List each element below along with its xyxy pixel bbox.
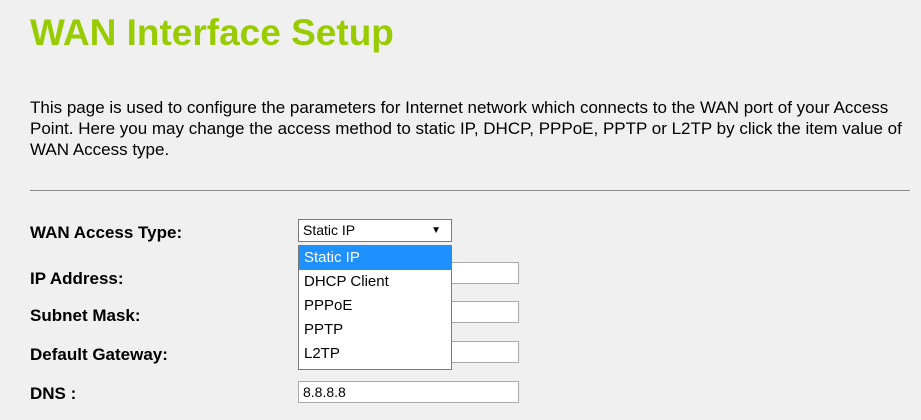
- dns-label: DNS :: [30, 384, 77, 403]
- wan-access-type-dropdown: Static IP DHCP Client PPPoE PPTP L2TP: [298, 245, 452, 370]
- dropdown-option-static-ip[interactable]: Static IP: [299, 246, 451, 270]
- wan-access-type-value: Static IP: [303, 222, 356, 238]
- divider: [30, 190, 910, 191]
- dropdown-option-l2tp[interactable]: L2TP: [299, 342, 451, 366]
- ip-address-label: IP Address:: [30, 269, 124, 288]
- page-description: This page is used to configure the param…: [30, 98, 902, 159]
- wan-setup-page: WAN Interface Setup This page is used to…: [0, 0, 921, 420]
- subnet-mask-label: Subnet Mask:: [30, 306, 141, 325]
- default-gateway-label: Default Gateway:: [30, 345, 168, 364]
- chevron-down-icon: ▼: [431, 225, 441, 236]
- dropdown-option-pptp[interactable]: PPTP: [299, 318, 451, 342]
- dropdown-option-dhcp-client[interactable]: DHCP Client: [299, 270, 451, 294]
- dropdown-option-pppoe[interactable]: PPPoE: [299, 294, 451, 318]
- wan-access-type-label: WAN Access Type:: [30, 223, 183, 242]
- dns-input[interactable]: 8.8.8.8: [298, 381, 519, 403]
- page-title: WAN Interface Setup: [30, 12, 394, 53]
- wan-access-type-select[interactable]: Static IP ▼: [298, 219, 452, 242]
